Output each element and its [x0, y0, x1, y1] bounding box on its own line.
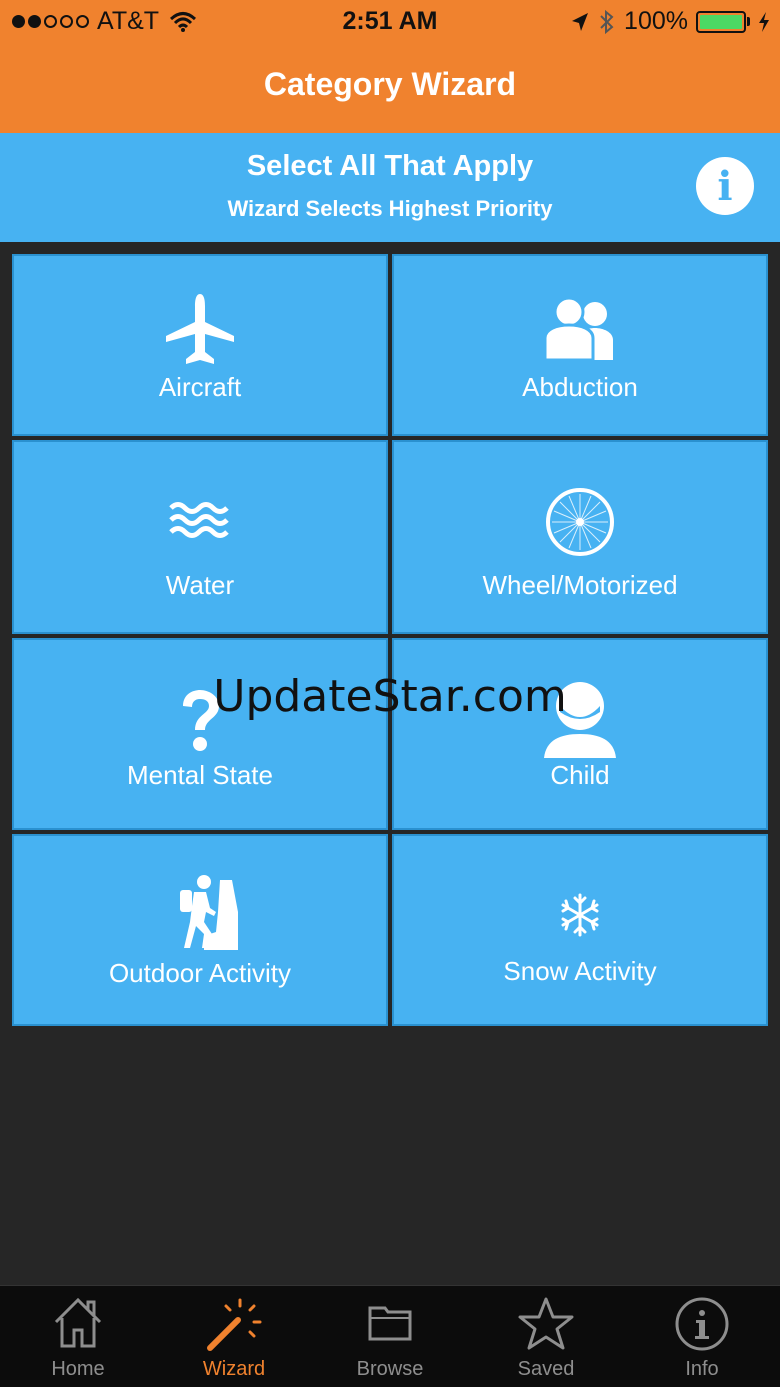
- info-button[interactable]: i: [696, 157, 754, 215]
- battery-icon: [696, 10, 750, 33]
- app-header: AT&T 2:51 AM 100% Category Wizard: [0, 0, 780, 133]
- airplane-icon: [166, 294, 234, 364]
- snowflake-icon: [561, 893, 599, 937]
- banner-subtitle: Wizard Selects Highest Priority: [227, 196, 553, 221]
- home-icon: [54, 1297, 102, 1348]
- hiker-icon: [180, 875, 238, 950]
- star-icon: [518, 1297, 574, 1350]
- tab-label-info: Info: [685, 1358, 719, 1380]
- tab-info[interactable]: Info: [624, 1286, 780, 1387]
- tile-label-water: Water: [165, 570, 235, 600]
- tile-label-mental-state: Mental State: [127, 760, 273, 790]
- battery-percentage: 100%: [624, 7, 688, 35]
- tile-water[interactable]: Water: [12, 440, 388, 634]
- tile-label-aircraft: Aircraft: [158, 372, 242, 402]
- tab-label-wizard: Wizard: [202, 1358, 266, 1380]
- bluetooth-icon: [600, 9, 614, 34]
- water-waves-icon: [169, 502, 229, 538]
- instruction-banner: Select All That Apply Wizard Selects Hig…: [0, 133, 780, 242]
- question-mark-icon: [183, 690, 219, 751]
- page-title: Category Wizard: [263, 66, 517, 102]
- tab-saved[interactable]: Saved: [468, 1286, 624, 1387]
- tile-child[interactable]: Child: [392, 638, 768, 830]
- charging-bolt-icon: [759, 11, 769, 32]
- tile-abduction[interactable]: Abduction: [392, 254, 768, 436]
- tile-mental-state[interactable]: Mental State: [12, 638, 388, 830]
- tab-label-home: Home: [51, 1358, 105, 1380]
- tab-browse[interactable]: Browse: [312, 1286, 468, 1387]
- tab-label-saved: Saved: [517, 1358, 575, 1380]
- tab-home[interactable]: Home: [0, 1286, 156, 1387]
- tile-aircraft[interactable]: Aircraft: [12, 254, 388, 436]
- banner-title: Select All That Apply: [246, 150, 534, 182]
- tile-label-wheel-motorized: Wheel/Motorized: [482, 570, 678, 600]
- info-icon: i: [717, 163, 733, 210]
- status-bar: AT&T 2:51 AM 100%: [0, 0, 780, 42]
- status-right: 100%: [570, 7, 770, 36]
- tile-label-outdoor-activity: Outdoor Activity: [108, 958, 292, 988]
- tile-outdoor-activity[interactable]: Outdoor Activity: [12, 834, 388, 1026]
- tile-label-abduction: Abduction: [522, 372, 638, 402]
- wheel-icon: [546, 488, 614, 556]
- tile-label-snow-activity: Snow Activity: [503, 956, 657, 986]
- tab-wizard[interactable]: Wizard: [156, 1286, 312, 1387]
- info-icon: [675, 1297, 729, 1351]
- folder-icon: [368, 1306, 412, 1341]
- tab-bar: Home Wizard Browse Saved Info: [0, 1285, 780, 1387]
- location-arrow-icon: [572, 12, 589, 31]
- child-icon: [544, 682, 616, 758]
- people-icon: [543, 296, 613, 362]
- tab-label-browse: Browse: [356, 1358, 424, 1380]
- tile-snow-activity[interactable]: Snow Activity: [392, 834, 768, 1026]
- tile-wheel-motorized[interactable]: Wheel/Motorized: [392, 440, 768, 634]
- tile-label-child: Child: [550, 760, 610, 790]
- magic-wand-icon: [207, 1298, 262, 1351]
